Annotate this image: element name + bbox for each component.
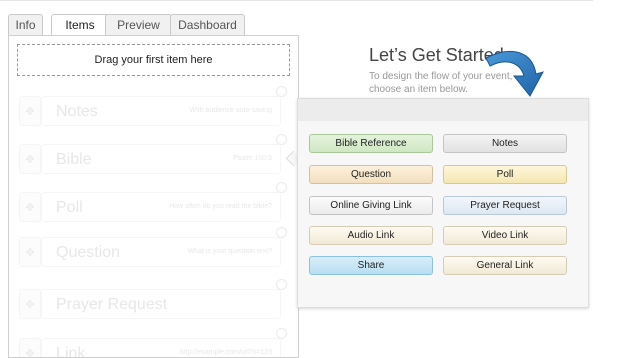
drag-handle-icon: ✥ [19, 96, 41, 126]
tab-preview[interactable]: Preview [105, 14, 172, 35]
ghost-item-title: Bible [56, 151, 92, 168]
tab-dashboard[interactable]: Dashboard [170, 14, 245, 35]
ghost-item-link: ✥ Link http://example.com/url?x=123 [19, 328, 287, 358]
drop-zone[interactable]: Drag your first item here [17, 44, 290, 76]
add-general-link-button[interactable]: General Link [443, 256, 567, 275]
remove-icon [276, 227, 287, 238]
ghost-item-subtitle: With audience auto-saving [189, 107, 273, 114]
ghost-item-notes: ✥ Notes With audience auto-saving [19, 86, 287, 126]
popup-header [298, 99, 588, 121]
ghost-item-subtitle: Psalm 100:5 [233, 155, 272, 162]
remove-icon [276, 86, 287, 97]
add-question-button[interactable]: Question [309, 165, 433, 184]
ghost-item-subtitle: How often do you read the bible? [169, 203, 272, 210]
ghost-item-box: Question What is your question text? [41, 237, 281, 267]
add-bible-reference-button[interactable]: Bible Reference [309, 134, 433, 153]
remove-icon [276, 182, 287, 193]
add-notes-button[interactable]: Notes [443, 134, 567, 153]
ghost-item-title: Poll [56, 199, 83, 216]
drag-handle-icon: ✥ [19, 144, 41, 174]
add-audio-link-button[interactable]: Audio Link [309, 226, 433, 245]
ghost-item-poll: ✥ Poll How often do you read the bible? [19, 182, 287, 222]
ghost-item-box: Notes With audience auto-saving [41, 96, 281, 126]
drag-handle-icon: ✥ [19, 338, 41, 357]
ghost-item-prayer-request: ✥ Prayer Request [19, 279, 287, 319]
drag-handle-icon: ✥ [19, 289, 41, 319]
drag-handle-icon: ✥ [19, 237, 41, 267]
ghost-item-title: Notes [56, 103, 98, 120]
add-video-link-button[interactable]: Video Link [443, 226, 567, 245]
tab-items[interactable]: Items [51, 14, 109, 36]
add-poll-button[interactable]: Poll [443, 165, 567, 184]
ghost-item-question: ✥ Question What is your question text? [19, 227, 287, 267]
ghost-item-subtitle: http://example.com/url?x=123 [179, 349, 272, 356]
ghost-item-box: Bible Psalm 100:5 [41, 144, 281, 174]
top-divider [0, 0, 593, 1]
remove-icon [276, 134, 287, 145]
ghost-item-box: Prayer Request [41, 289, 281, 319]
items-panel: Drag your first item here ✥ Notes With a… [8, 35, 299, 358]
add-online-giving-link-button[interactable]: Online Giving Link [309, 196, 433, 215]
item-chooser-popup: Bible Reference Notes Question Poll Onli… [297, 98, 589, 308]
ghost-item-title: Question [56, 244, 121, 261]
remove-icon [276, 279, 287, 290]
tab-info[interactable]: Info [8, 14, 43, 35]
ghost-item-title: Prayer Request [56, 296, 168, 313]
ghost-item-subtitle: What is your question text? [187, 248, 272, 255]
add-share-button[interactable]: Share [309, 256, 433, 275]
remove-icon [276, 328, 287, 339]
ghost-item-bible: ✥ Bible Psalm 100:5 [19, 134, 287, 174]
ghost-item-box: Link http://example.com/url?x=123 [41, 338, 281, 358]
ghost-item-title: Link [56, 345, 86, 358]
ghost-item-box: Poll How often do you read the bible? [41, 192, 281, 222]
drag-handle-icon: ✥ [19, 192, 41, 222]
add-prayer-request-button[interactable]: Prayer Request [443, 196, 567, 215]
